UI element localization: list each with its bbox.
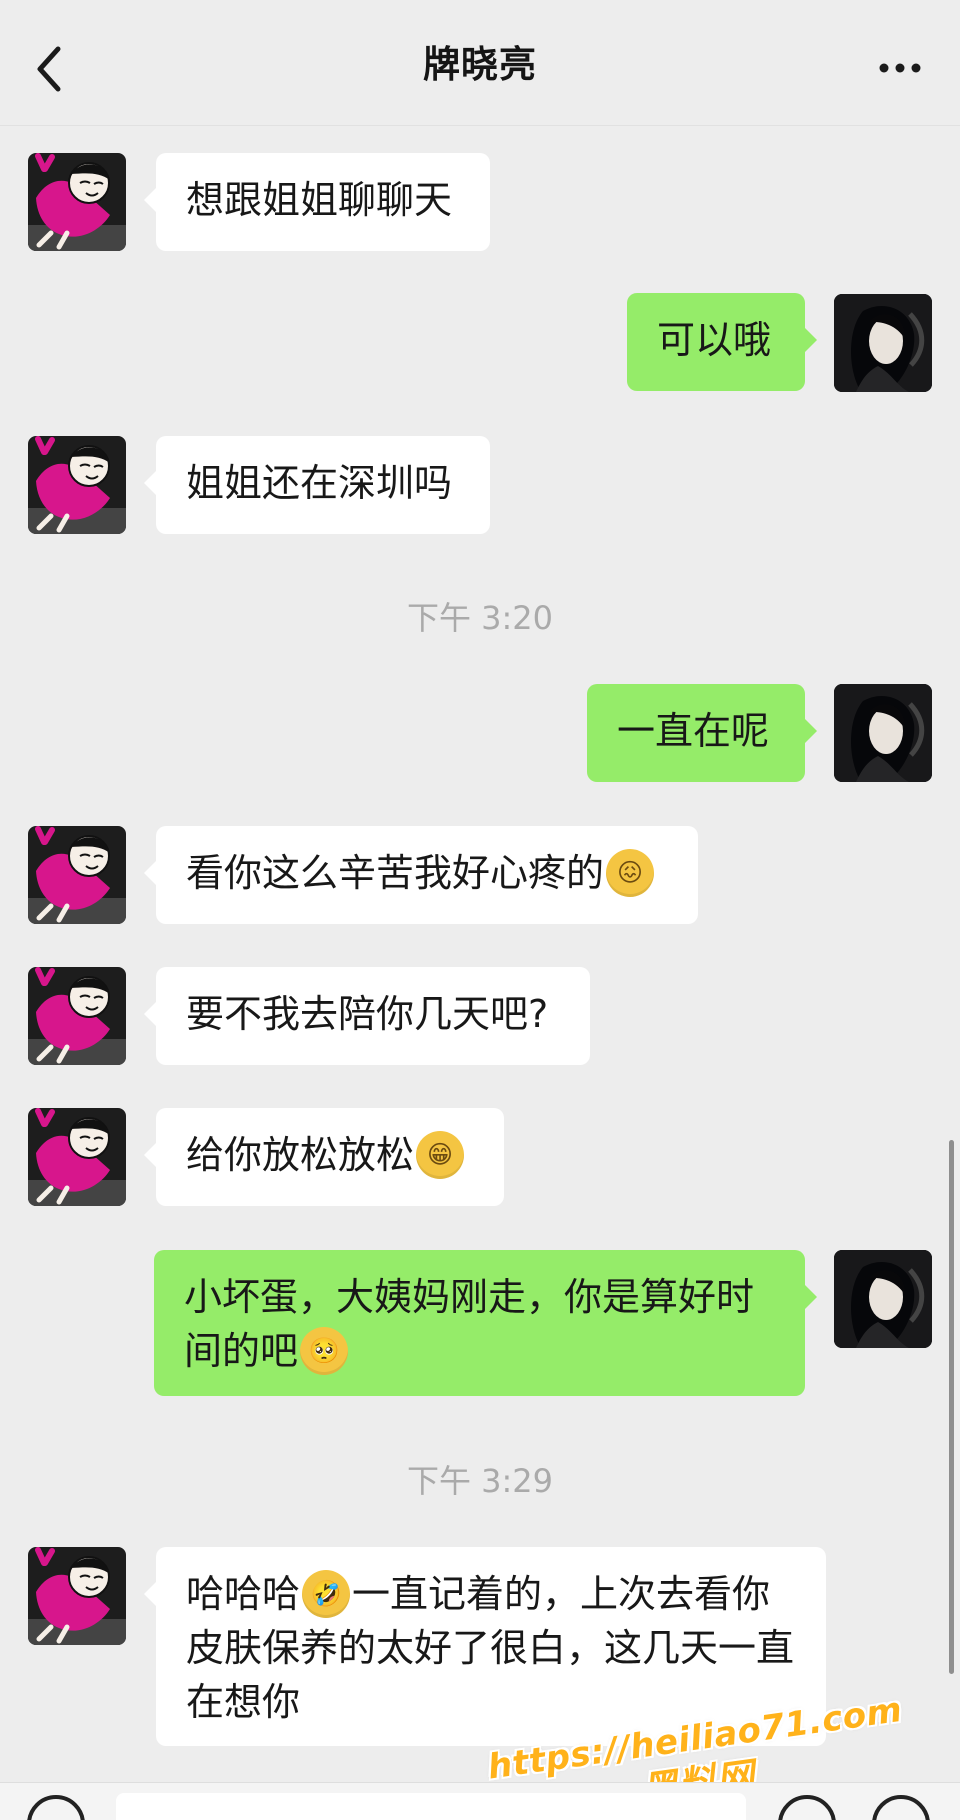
cartoon-avatar-icon — [28, 1108, 126, 1206]
message-text: 要不我去陪你几天吧? — [186, 992, 549, 1036]
portrait-avatar-icon — [834, 684, 932, 782]
message-text: 给你放松放松 — [186, 1133, 415, 1177]
portrait-avatar-icon — [834, 1250, 932, 1348]
cartoon-avatar-icon — [28, 826, 126, 924]
portrait-avatar-icon — [834, 294, 932, 392]
more-options-button[interactable] — [864, 40, 936, 96]
chat-screen: 牌晓亮 想跟姐姐聊聊天 可以哦 姐姐还在深圳吗 下午 3:20 一直在呢 看你这… — [0, 0, 960, 1820]
contact-avatar[interactable] — [28, 1108, 126, 1206]
contact-avatar[interactable] — [28, 1547, 126, 1645]
message-text: 一直在呢 — [617, 709, 770, 753]
message-text: 可以哦 — [657, 318, 772, 362]
grinning-face-emoji-icon: 😁 — [416, 1130, 465, 1179]
voice-input-icon[interactable] — [27, 1795, 85, 1820]
message-text: 小坏蛋，大姨妈刚走，你是算好时间的吧 — [184, 1275, 755, 1373]
chat-title: 牌晓亮 — [423, 43, 537, 86]
contact-avatar[interactable] — [28, 826, 126, 924]
message-list: 想跟姐姐聊聊天 可以哦 姐姐还在深圳吗 下午 3:20 一直在呢 看你这么辛苦我… — [0, 126, 960, 1814]
incoming-message-bubble[interactable]: 想跟姐姐聊聊天 — [144, 153, 490, 251]
incoming-message-bubble[interactable]: 哈哈哈 🤣 一直记着的，上次去看你皮肤保养的太好了很白，这几天一直在想你 — [144, 1547, 826, 1746]
pleading-face-emoji-icon: 🥺 — [300, 1326, 349, 1375]
contact-avatar[interactable] — [28, 967, 126, 1065]
incoming-message-bubble[interactable]: 看你这么辛苦我好心疼的 😖 — [144, 826, 698, 924]
incoming-message-bubble[interactable]: 姐姐还在深圳吗 — [144, 436, 490, 534]
message-text: 姐姐还在深圳吗 — [186, 461, 453, 505]
chat-scrollbar[interactable] — [949, 1140, 954, 1674]
rolling-laughing-emoji-icon: 🤣 — [302, 1569, 351, 1618]
user-avatar[interactable] — [834, 1250, 932, 1348]
message-text: 看你这么辛苦我好心疼的 — [186, 851, 605, 895]
outgoing-message-bubble[interactable]: 一直在呢 — [587, 684, 817, 782]
incoming-message-bubble[interactable]: 给你放松放松 😁 — [144, 1108, 504, 1206]
plus-icon[interactable] — [872, 1795, 930, 1820]
user-avatar[interactable] — [834, 294, 932, 392]
frustrated-face-emoji-icon: 😖 — [606, 848, 655, 897]
emoji-icon[interactable] — [778, 1795, 836, 1820]
outgoing-message-bubble[interactable]: 小坏蛋，大姨妈刚走，你是算好时间的吧 🥺 — [154, 1250, 817, 1396]
message-text-before-emoji: 哈哈哈 — [186, 1572, 301, 1616]
cartoon-avatar-icon — [28, 153, 126, 251]
message-input[interactable] — [116, 1793, 746, 1820]
chat-header: 牌晓亮 — [0, 0, 960, 126]
more-options-icon — [879, 63, 921, 73]
message-timestamp: 下午 3:20 — [406, 599, 554, 637]
cartoon-avatar-icon — [28, 436, 126, 534]
message-timestamp: 下午 3:29 — [406, 1462, 554, 1500]
message-text: 想跟姐姐聊聊天 — [186, 178, 453, 222]
message-input-bar — [0, 1782, 960, 1820]
contact-avatar[interactable] — [28, 436, 126, 534]
incoming-message-bubble[interactable]: 要不我去陪你几天吧? — [144, 967, 590, 1065]
outgoing-message-bubble[interactable]: 可以哦 — [627, 293, 817, 391]
user-avatar[interactable] — [834, 684, 932, 782]
contact-avatar[interactable] — [28, 153, 126, 251]
cartoon-avatar-icon — [28, 967, 126, 1065]
cartoon-avatar-icon — [28, 1547, 126, 1645]
